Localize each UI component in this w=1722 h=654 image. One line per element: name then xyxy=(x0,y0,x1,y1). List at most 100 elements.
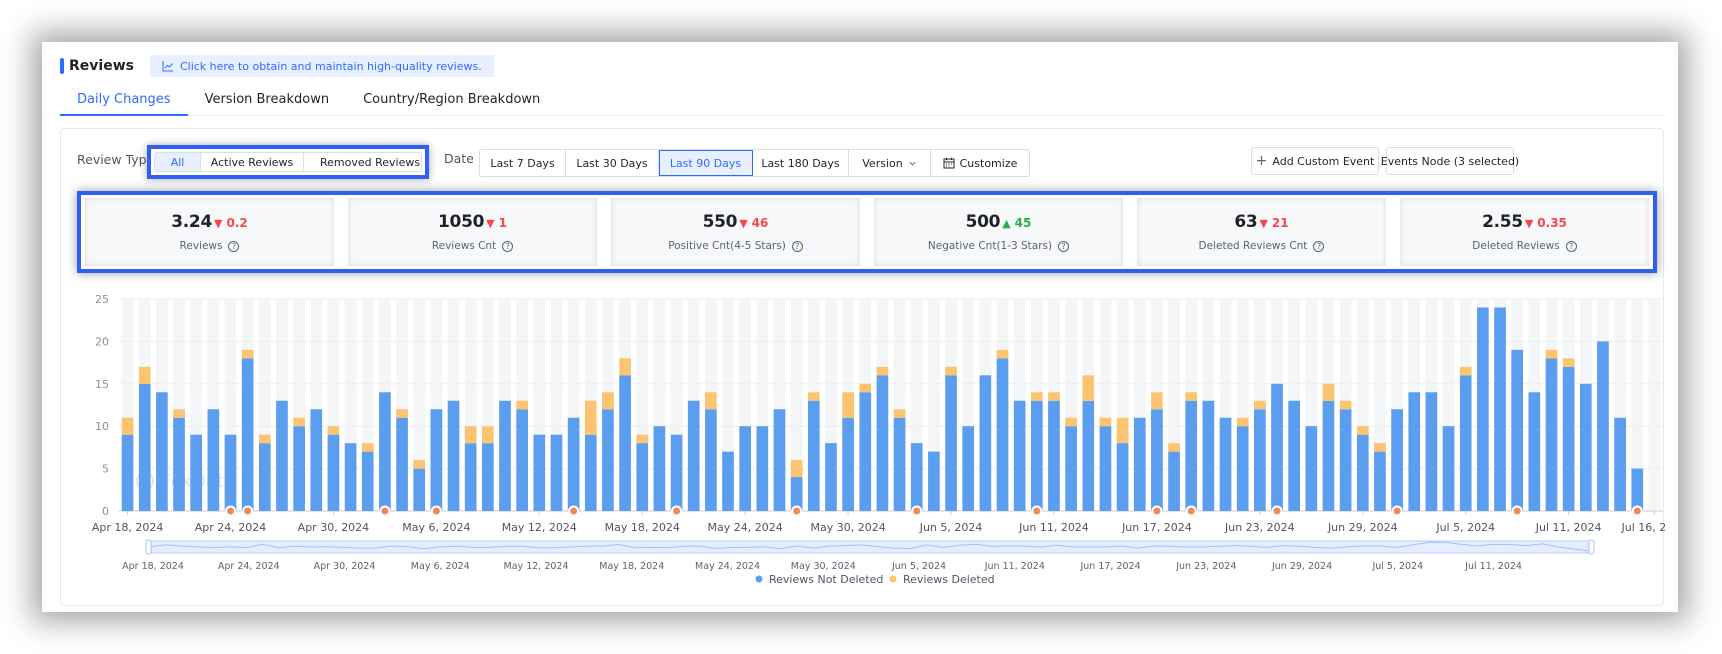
bar-reviews-not-deleted[interactable] xyxy=(1597,341,1609,511)
bar-reviews-deleted[interactable] xyxy=(293,417,305,427)
zoom-slider-handle-right[interactable] xyxy=(1588,539,1595,555)
bar-reviews-deleted[interactable] xyxy=(584,400,597,435)
bar-reviews-deleted[interactable] xyxy=(464,426,477,444)
bar-reviews-not-deleted[interactable] xyxy=(687,400,700,511)
bar-reviews-deleted[interactable] xyxy=(327,426,340,435)
bar-reviews-not-deleted[interactable] xyxy=(430,409,443,511)
bar-reviews-not-deleted[interactable] xyxy=(344,443,357,511)
bar-reviews-deleted[interactable] xyxy=(121,417,134,435)
bar-reviews-not-deleted[interactable] xyxy=(482,443,494,511)
bar-reviews-deleted[interactable] xyxy=(1374,443,1386,452)
event-marker[interactable] xyxy=(911,505,923,517)
bar-reviews-not-deleted[interactable] xyxy=(258,443,271,511)
bar-reviews-not-deleted[interactable] xyxy=(1133,417,1146,511)
bar-reviews-not-deleted[interactable] xyxy=(1408,392,1421,511)
bar-reviews-deleted[interactable] xyxy=(1322,383,1335,401)
bar-reviews-not-deleted[interactable] xyxy=(464,443,477,511)
bar-reviews-not-deleted[interactable] xyxy=(310,409,323,511)
tab-country-region-breakdown[interactable]: Country/Region Breakdown xyxy=(346,86,557,116)
bar-reviews-not-deleted[interactable] xyxy=(1391,409,1403,511)
bar-reviews-not-deleted[interactable] xyxy=(1459,375,1472,511)
event-marker[interactable] xyxy=(791,505,803,517)
bar-reviews-deleted[interactable] xyxy=(945,366,957,376)
bar-reviews-not-deleted[interactable] xyxy=(1614,417,1626,511)
bar-reviews-deleted[interactable] xyxy=(396,409,408,418)
bar-reviews-not-deleted[interactable] xyxy=(224,434,237,511)
tab-version-breakdown[interactable]: Version Breakdown xyxy=(188,86,346,116)
bar-reviews-not-deleted[interactable] xyxy=(121,434,134,511)
bar-reviews-not-deleted[interactable] xyxy=(447,400,460,511)
event-marker[interactable] xyxy=(1185,505,1197,517)
bar-reviews-not-deleted[interactable] xyxy=(807,400,820,511)
bar-reviews-deleted[interactable] xyxy=(1082,375,1095,401)
bar-reviews-deleted[interactable] xyxy=(790,460,803,478)
bar-reviews-not-deleted[interactable] xyxy=(1374,451,1386,511)
bar-reviews-deleted[interactable] xyxy=(1545,349,1558,359)
bar-reviews-deleted[interactable] xyxy=(619,358,631,376)
bar-reviews-not-deleted[interactable] xyxy=(207,409,220,511)
bar-reviews-not-deleted[interactable] xyxy=(979,375,992,511)
bar-reviews-not-deleted[interactable] xyxy=(1528,392,1541,511)
bar-reviews-not-deleted[interactable] xyxy=(1151,409,1163,511)
bar-reviews-not-deleted[interactable] xyxy=(276,400,288,511)
bar-reviews-not-deleted[interactable] xyxy=(1116,443,1129,511)
bar-reviews-not-deleted[interactable] xyxy=(962,426,975,511)
tab-daily-changes[interactable]: Daily Changes xyxy=(60,86,188,116)
bar-reviews-deleted[interactable] xyxy=(893,409,906,418)
bar-reviews-deleted[interactable] xyxy=(602,392,614,410)
bar-reviews-deleted[interactable] xyxy=(482,426,494,444)
bar-reviews-deleted[interactable] xyxy=(1339,400,1352,410)
bar-reviews-not-deleted[interactable] xyxy=(876,375,889,511)
bar-reviews-deleted[interactable] xyxy=(705,392,717,410)
bar-reviews-not-deleted[interactable] xyxy=(1013,400,1026,511)
bar-reviews-not-deleted[interactable] xyxy=(945,375,957,511)
bar-reviews-deleted[interactable] xyxy=(1048,392,1060,401)
bar-reviews-deleted[interactable] xyxy=(258,434,271,444)
bar-reviews-deleted[interactable] xyxy=(859,383,872,393)
bar-reviews-not-deleted[interactable] xyxy=(1356,434,1369,511)
legend-label-deleted[interactable]: Reviews Deleted xyxy=(903,573,995,586)
bar-reviews-deleted[interactable] xyxy=(1236,417,1249,427)
bar-reviews-not-deleted[interactable] xyxy=(636,443,649,511)
bar-reviews-not-deleted[interactable] xyxy=(1339,409,1352,511)
event-marker[interactable] xyxy=(671,505,683,517)
bar-reviews-not-deleted[interactable] xyxy=(859,392,872,511)
promo-link[interactable]: Click here to obtain and maintain high-q… xyxy=(149,55,494,77)
bar-reviews-not-deleted[interactable] xyxy=(739,426,752,511)
bar-reviews-not-deleted[interactable] xyxy=(1288,400,1300,511)
event-marker[interactable] xyxy=(1391,505,1403,517)
bar-reviews-not-deleted[interactable] xyxy=(722,451,734,511)
bar-reviews-not-deleted[interactable] xyxy=(293,426,305,511)
bar-reviews-not-deleted[interactable] xyxy=(156,392,168,511)
bar-reviews-not-deleted[interactable] xyxy=(567,417,580,511)
bar-reviews-not-deleted[interactable] xyxy=(1099,426,1112,511)
event-marker[interactable] xyxy=(225,505,237,517)
bar-reviews-deleted[interactable] xyxy=(413,460,426,469)
bar-reviews-not-deleted[interactable] xyxy=(773,409,786,511)
zoom-slider-track[interactable] xyxy=(148,540,1592,554)
bar-reviews-not-deleted[interactable] xyxy=(996,358,1009,511)
bar-reviews-not-deleted[interactable] xyxy=(327,434,340,511)
bar-reviews-not-deleted[interactable] xyxy=(584,434,597,511)
bar-reviews-deleted[interactable] xyxy=(996,349,1009,359)
bar-reviews-deleted[interactable] xyxy=(1030,392,1043,401)
bar-reviews-not-deleted[interactable] xyxy=(1477,307,1489,511)
bar-reviews-not-deleted[interactable] xyxy=(910,443,923,511)
bar-reviews-deleted[interactable] xyxy=(1562,358,1575,367)
bar-reviews-not-deleted[interactable] xyxy=(1545,358,1558,511)
bar-reviews-not-deleted[interactable] xyxy=(1185,400,1198,511)
bar-reviews-deleted[interactable] xyxy=(241,349,254,359)
bar-reviews-deleted[interactable] xyxy=(807,392,820,401)
bar-reviews-not-deleted[interactable] xyxy=(928,451,940,511)
bar-reviews-not-deleted[interactable] xyxy=(1511,349,1524,511)
bar-reviews-not-deleted[interactable] xyxy=(1219,417,1232,511)
bar-reviews-deleted[interactable] xyxy=(1459,366,1472,376)
event-marker[interactable] xyxy=(1271,505,1283,517)
bar-reviews-not-deleted[interactable] xyxy=(1562,366,1575,511)
bar-reviews-not-deleted[interactable] xyxy=(138,383,151,511)
bar-reviews-not-deleted[interactable] xyxy=(1579,383,1592,511)
bar-reviews-not-deleted[interactable] xyxy=(1048,400,1060,511)
bar-reviews-not-deleted[interactable] xyxy=(842,417,854,511)
bar-reviews-not-deleted[interactable] xyxy=(173,417,185,511)
event-marker[interactable] xyxy=(242,505,254,517)
